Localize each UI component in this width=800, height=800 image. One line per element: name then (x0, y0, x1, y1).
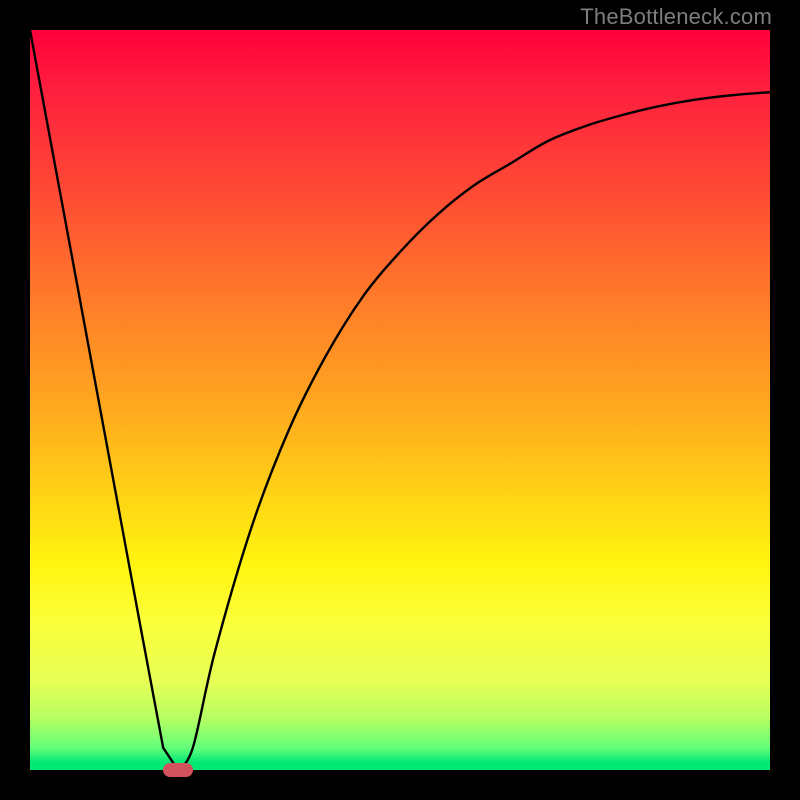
watermark-text: TheBottleneck.com (580, 4, 772, 30)
chart-frame: TheBottleneck.com (0, 0, 800, 800)
bottleneck-curve (30, 30, 770, 770)
plot-area (30, 30, 770, 770)
optimal-marker (163, 763, 193, 777)
